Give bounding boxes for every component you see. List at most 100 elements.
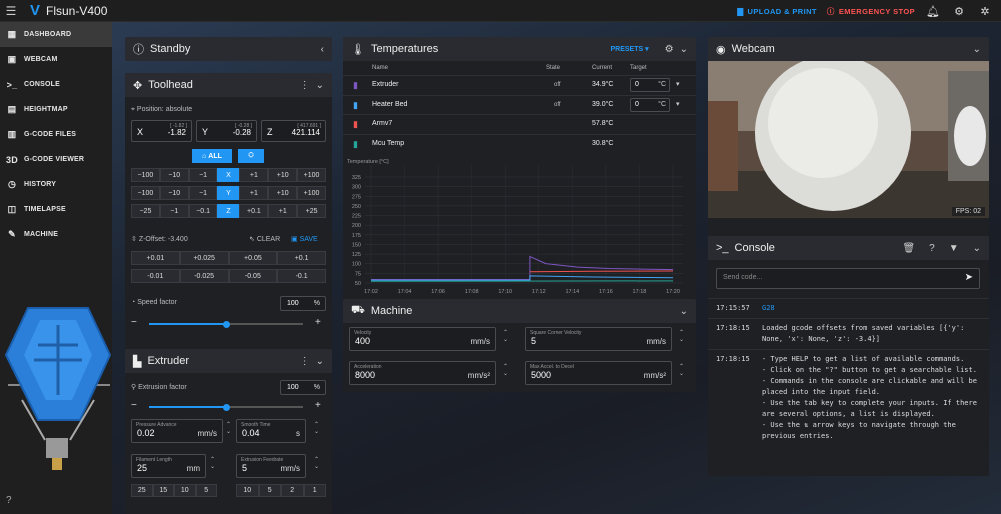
nav-item-machine[interactable]: ✎ MACHINE <box>0 222 112 247</box>
velocity-input[interactable]: Velocity 400 mm/s <box>349 327 496 351</box>
pressure-advance-input[interactable]: Pressure Advance 0.02 mm/s <box>131 419 223 443</box>
zoffset-down-button[interactable]: -0.025 <box>179 269 229 283</box>
smooth-time-input[interactable]: Smooth Time 0.04 s <box>236 419 306 443</box>
jog-button[interactable]: +10 <box>268 186 298 200</box>
jog-button[interactable]: +0.1 <box>239 204 269 218</box>
console-entry[interactable]: 17:18:15 - Type HELP to get a list of ava… <box>708 349 989 446</box>
fl-stepper[interactable]: ⌃ ⌄ <box>210 456 215 470</box>
fr-stepper[interactable]: ⌃ ⌄ <box>314 456 319 470</box>
nav-item-history[interactable]: ◷ HISTORY <box>0 172 112 197</box>
home-all-button[interactable]: ⌂ ALL <box>192 149 232 163</box>
presets-dropdown[interactable]: PRESETS ▾ <box>610 45 648 53</box>
jog-button[interactable]: −10 <box>159 168 189 182</box>
bell-icon[interactable]: 🔔︎ <box>925 5 941 18</box>
jog-button[interactable]: −25 <box>131 204 160 218</box>
console-entry[interactable]: 17:18:15 Loaded gcode offsets from saved … <box>708 318 989 349</box>
preset-button[interactable]: 2 <box>281 484 304 497</box>
send-icon[interactable]: ➤ <box>965 272 973 283</box>
preset-button[interactable]: 5 <box>195 484 217 497</box>
acceleration-input[interactable]: Acceleration 8000 mm/s² <box>349 361 496 385</box>
sensor-name[interactable]: Extruder <box>372 81 398 88</box>
clear-button[interactable]: ⇖ CLEAR <box>249 235 280 243</box>
preset-button[interactable]: 10 <box>174 484 196 497</box>
velocity-stepper[interactable]: ⌃ ⌄ <box>503 329 508 343</box>
jog-button[interactable]: +1 <box>239 186 269 200</box>
gear-icon[interactable]: ⚙ <box>665 44 674 55</box>
save-button[interactable]: ▣ SAVE <box>291 235 318 243</box>
extrusion-factor-input[interactable]: 100% <box>280 380 326 395</box>
jog-button[interactable]: −1 <box>188 168 218 182</box>
max-accel-to-decel-input[interactable]: Max Accel. to Decel 5000 mm/s² <box>525 361 672 385</box>
preset-button[interactable]: 15 <box>152 484 174 497</box>
filter-icon[interactable]: ▼ <box>949 243 959 254</box>
target-input[interactable]: 0 °C <box>630 78 670 92</box>
target-dropdown-icon[interactable]: ▾ <box>676 100 680 108</box>
zoffset-down-button[interactable]: -0.1 <box>277 269 326 283</box>
power-icon[interactable]: ⚙ <box>951 5 967 18</box>
jog-button[interactable]: −100 <box>131 186 160 200</box>
more-icon[interactable]: ⋮ <box>300 80 310 91</box>
nav-item-g-code-viewer[interactable]: 3D G-CODE VIEWER <box>0 147 112 172</box>
motors-off-button[interactable]: ⛭ <box>238 149 264 163</box>
zoffset-up-button[interactable]: +0.1 <box>277 251 326 265</box>
jog-button[interactable]: −100 <box>131 168 160 182</box>
decel-stepper[interactable]: ⌃ ⌄ <box>679 363 684 377</box>
chevron-down-icon[interactable]: ⌄ <box>316 80 324 91</box>
speed-slider-handle[interactable] <box>222 320 230 328</box>
home-y-button[interactable]: Y <box>217 186 240 200</box>
nav-item-timelapse[interactable]: ◫ TIMELAPSE <box>0 197 112 222</box>
jog-button[interactable]: +10 <box>268 168 298 182</box>
chevron-down-icon[interactable]: ⌄ <box>973 243 981 254</box>
jog-button[interactable]: −1 <box>188 186 218 200</box>
extrusion-feedrate-input[interactable]: Extrusion Feedrate 5 mm/s <box>236 454 306 478</box>
chevron-down-icon[interactable]: ⌄ <box>316 356 324 367</box>
jog-button[interactable]: +100 <box>297 168 326 182</box>
zoffset-down-button[interactable]: -0.05 <box>228 269 278 283</box>
chevron-down-icon[interactable]: ⌄ <box>680 44 688 55</box>
jog-button[interactable]: −0.1 <box>188 204 218 218</box>
jog-button[interactable]: +25 <box>297 204 326 218</box>
menu-icon[interactable]: ☰ <box>0 4 22 18</box>
nav-item-webcam[interactable]: ▣ WEBCAM <box>0 47 112 72</box>
chevron-down-icon[interactable]: ⌄ <box>973 44 981 55</box>
help-icon[interactable]: ? <box>929 243 935 254</box>
target-dropdown-icon[interactable]: ▾ <box>676 80 680 88</box>
square-corner-velocity-input[interactable]: Square Corner Velocity 5 mm/s <box>525 327 672 351</box>
gear-icon[interactable]: ✲ <box>977 5 993 18</box>
more-icon[interactable]: ⋮ <box>300 356 310 367</box>
home-x-button[interactable]: X <box>217 168 240 182</box>
extrusion-plus-button[interactable]: + <box>315 400 321 411</box>
jog-button[interactable]: −1 <box>159 204 189 218</box>
nav-item-dashboard[interactable]: ▦ DASHBOARD <box>0 22 112 47</box>
speed-factor-input[interactable]: 100% <box>280 296 326 311</box>
zoffset-up-button[interactable]: +0.01 <box>131 251 180 265</box>
speed-plus-button[interactable]: + <box>315 317 321 328</box>
trash-icon[interactable]: 🗑︎ <box>902 243 915 254</box>
jog-button[interactable]: +100 <box>297 186 326 200</box>
preset-button[interactable]: 10 <box>236 484 259 497</box>
sensor-name[interactable]: Mcu Temp <box>372 140 404 147</box>
jog-button[interactable]: +1 <box>239 168 269 182</box>
speed-minus-button[interactable]: − <box>131 317 137 328</box>
filament-length-input[interactable]: Filament Length 25 mm <box>131 454 206 478</box>
jog-button[interactable]: −10 <box>159 186 189 200</box>
st-stepper[interactable]: ⌃ ⌄ <box>314 421 319 435</box>
extrusion-slider-handle[interactable] <box>222 403 230 411</box>
home-z-button[interactable]: Z <box>217 204 240 218</box>
chevron-down-icon[interactable]: ⌄ <box>680 306 688 317</box>
emergency-stop-button[interactable]: ⓘ EMERGENCY STOP <box>827 6 915 17</box>
zoffset-down-button[interactable]: -0.01 <box>131 269 180 283</box>
scv-stepper[interactable]: ⌃ ⌄ <box>679 329 684 343</box>
preset-button[interactable]: 5 <box>258 484 281 497</box>
console-input[interactable]: Send code... ➤ <box>716 268 980 289</box>
chevron-left-icon[interactable]: ‹ <box>321 44 324 55</box>
zoffset-up-button[interactable]: +0.05 <box>228 251 278 265</box>
pa-stepper[interactable]: ⌃ ⌄ <box>226 421 231 435</box>
help-icon[interactable]: ? <box>6 495 12 506</box>
nav-item-console[interactable]: >_ CONSOLE <box>0 72 112 97</box>
sensor-name[interactable]: Armv7 <box>372 120 392 127</box>
zoffset-up-button[interactable]: +0.025 <box>179 251 229 265</box>
sensor-name[interactable]: Heater Bed <box>372 101 407 108</box>
upload-print-button[interactable]: ▇ UPLOAD & PRINT <box>737 7 817 16</box>
console-entry[interactable]: 17:15:57 G28 <box>708 298 989 318</box>
